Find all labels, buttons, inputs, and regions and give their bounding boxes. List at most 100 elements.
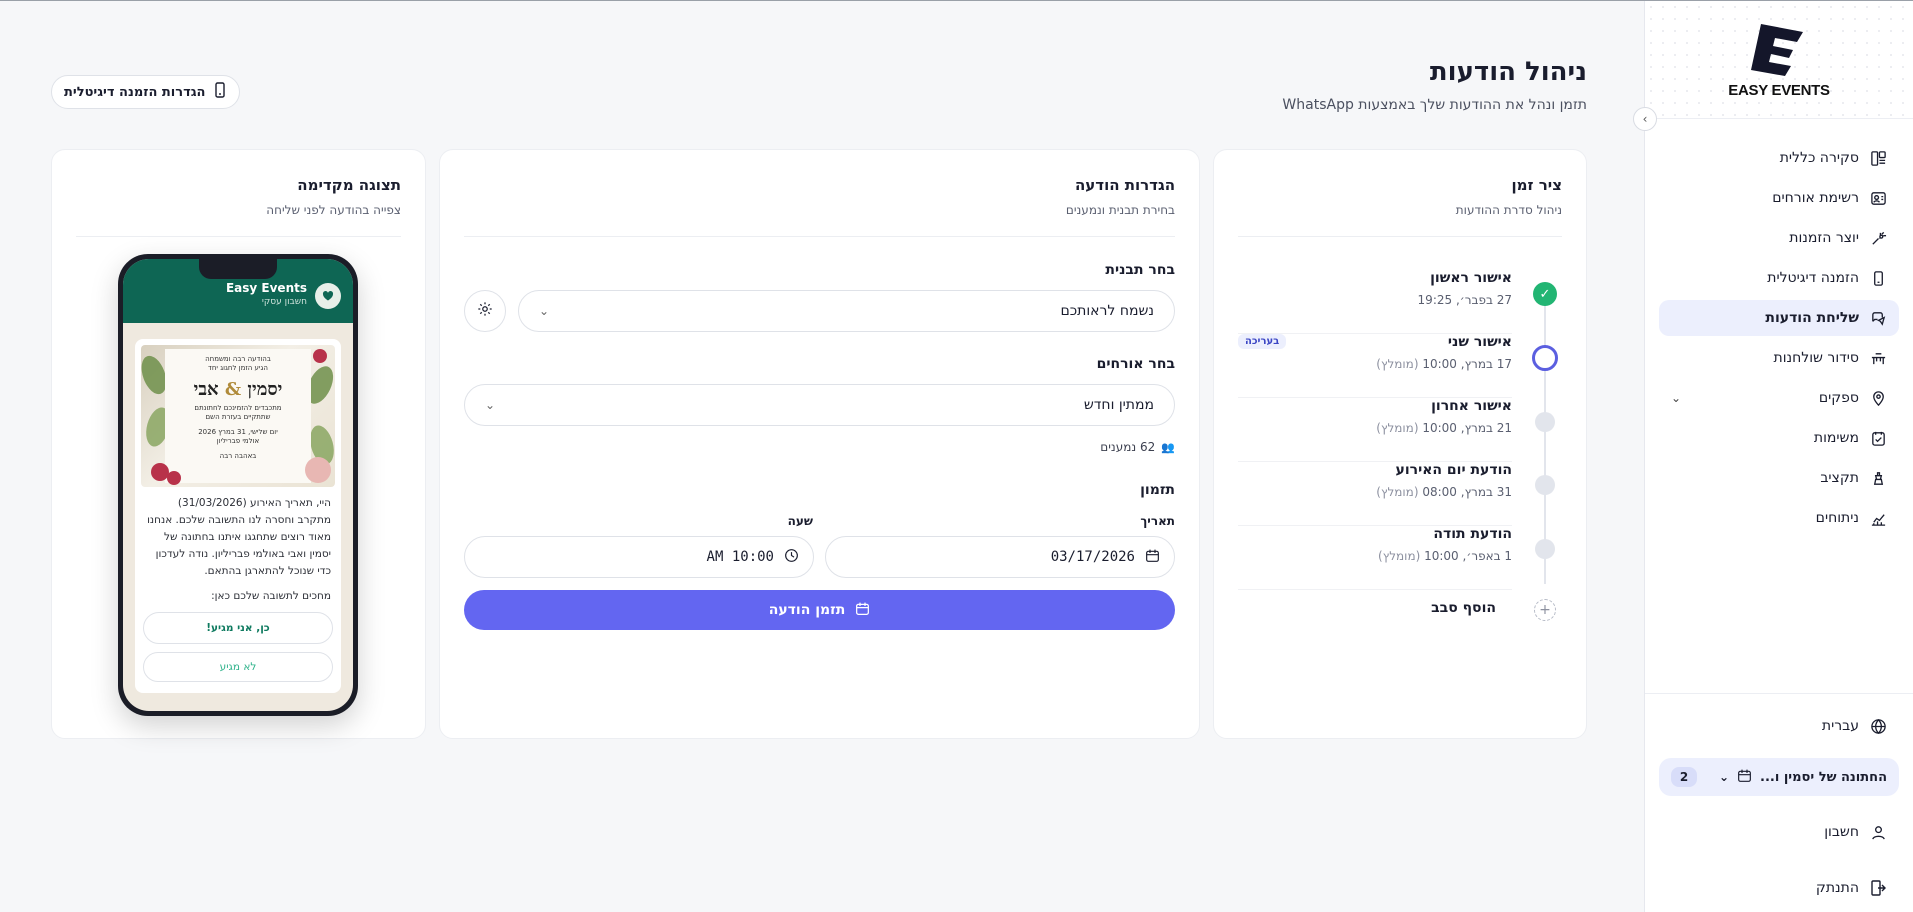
- invitation-line: הגיע הזמן לחגוג יחד: [208, 364, 268, 372]
- sidebar-item-label: רשימת אורחים: [1772, 190, 1859, 206]
- sidebar-item-vendors[interactable]: ספקים ⌄: [1659, 380, 1899, 416]
- account-link[interactable]: חשבון: [1659, 814, 1899, 850]
- timeline-item[interactable]: אישור אחרון 21 במרץ, 10:00 (מומלץ): [1238, 398, 1512, 462]
- timeline-card: ציר זמן ניהול סדרת ההודעות ✓ אישור ראשון…: [1213, 149, 1587, 739]
- time-input[interactable]: 10:00 AM: [464, 536, 814, 578]
- timeline-item-title: הודעת תודה: [1433, 526, 1512, 542]
- sidebar-item-label: שליחת הודעות: [1765, 310, 1859, 326]
- event-selector-label: החתונה של יסמין ו...: [1760, 769, 1887, 785]
- digital-settings-label: הגדרות הזמנה דיגיטלית: [64, 84, 206, 100]
- preview-title: תצוגה מקדימה: [297, 176, 401, 194]
- add-round-button[interactable]: +: [1534, 599, 1556, 621]
- budget-icon: [1869, 469, 1887, 487]
- preview-card: תצוגה מקדימה צפייה בהודעה לפני שליחה Eas…: [51, 149, 426, 739]
- rsvp-no-button[interactable]: לא מגיע: [143, 652, 333, 682]
- phone-notch: [199, 259, 277, 279]
- language-label: עברית: [1821, 718, 1859, 734]
- message-waiting-text: מחכים לתשובה שלכם כאן:: [211, 590, 331, 602]
- heart-icon: [315, 283, 341, 309]
- collapse-sidebar-button[interactable]: ›: [1633, 107, 1657, 131]
- divider: [76, 236, 401, 237]
- flower-decoration: [305, 457, 331, 483]
- schedule-label: תזמן הודעה: [768, 602, 846, 618]
- recipients-count: 👥 62 נמענים: [1100, 440, 1175, 454]
- timeline-status-pending-icon: [1535, 539, 1555, 559]
- language-selector[interactable]: עברית: [1659, 708, 1899, 744]
- chevron-down-icon: ⌄: [485, 398, 496, 412]
- settings-header: הגדרות הודעה בחירת תבנית ונמענים: [1066, 176, 1175, 217]
- calendar-icon: [1145, 548, 1160, 567]
- location-pin-icon: [1869, 389, 1887, 407]
- calendar-icon: [855, 601, 870, 620]
- sidebar-item-label: סידור שולחנות: [1773, 350, 1859, 366]
- sidebar-item-send-messages[interactable]: שליחת הודעות: [1659, 300, 1899, 336]
- sidebar-item-digital-invitation[interactable]: הזמנה דיגיטלית: [1659, 260, 1899, 296]
- logo-text: EASY EVENTS: [1728, 82, 1830, 99]
- invitation-line: בהודעה רבה ומשמחה: [205, 355, 271, 363]
- timeline-title: ציר זמן: [1511, 176, 1562, 194]
- template-select[interactable]: נשמח לראותכם ⌄: [518, 290, 1175, 332]
- pomegranate-decoration: [167, 471, 181, 485]
- sidebar-item-invitation-creator[interactable]: יוצר הזמנות: [1659, 220, 1899, 256]
- sidebar-item-label: יוצר הזמנות: [1789, 230, 1859, 246]
- timeline-item[interactable]: הודעת יום האירוע 31 במרץ, 08:00 (מומלץ): [1238, 462, 1512, 526]
- page-subtitle: תזמן ונהל את ההודעות שלך באמצעות WhatsAp…: [1282, 97, 1587, 113]
- template-label: בחר תבנית: [1105, 262, 1175, 278]
- schedule-message-button[interactable]: תזמן הודעה: [464, 590, 1175, 630]
- template-settings-button[interactable]: [464, 290, 506, 332]
- rsvp-yes-button[interactable]: כן, אני מגיע!: [143, 612, 333, 644]
- sidebar-item-budget[interactable]: תקציב: [1659, 460, 1899, 496]
- users-icon: 👥: [1161, 440, 1175, 454]
- sidebar-item-label: תקציב: [1820, 470, 1859, 486]
- timeline-status-current-icon: [1532, 345, 1558, 371]
- logout-icon: [1869, 879, 1887, 897]
- editing-badge: בעריכה: [1238, 334, 1287, 349]
- timeline-status-done-icon: ✓: [1533, 282, 1557, 306]
- timeline-item-date: 21 במרץ, 10:00 (מומלץ): [1376, 421, 1512, 435]
- whatsapp-business-label: חשבון עסקי: [261, 297, 307, 307]
- sidebar-nav: סקירה כללית רשימת אורחים יוצר הזמנות הזמ…: [1645, 119, 1913, 536]
- timeline-status-pending-icon: [1535, 475, 1555, 495]
- phone-screen: Easy Events חשבון עסקי בהודעה רבה ומשמחה…: [123, 259, 353, 711]
- timeline-item[interactable]: אישור ראשון 27 בפבר׳, 19:25: [1238, 270, 1512, 334]
- invitation-text-area: בהודעה רבה ומשמחה הגיע הזמן לחגוג יחד יס…: [165, 349, 311, 483]
- sidebar-item-seating[interactable]: סידור שולחנות: [1659, 340, 1899, 376]
- preview-header: תצוגה מקדימה צפייה בהודעה לפני שליחה: [266, 176, 401, 217]
- invitation-line: שתתקיים בעזרת השם: [205, 413, 271, 421]
- gear-icon: [477, 301, 493, 321]
- clock-icon: [784, 548, 799, 567]
- add-round-label[interactable]: הוסף סבב: [1431, 600, 1496, 616]
- digital-invitation-settings-button[interactable]: הגדרות הזמנה דיגיטלית: [51, 75, 241, 109]
- chevron-down-icon: ⌄: [1718, 770, 1730, 784]
- sidebar-item-label: הזמנה דיגיטלית: [1767, 270, 1859, 286]
- sidebar-item-overview[interactable]: סקירה כללית: [1659, 140, 1899, 176]
- guests-label: בחר אורחים: [1096, 356, 1175, 372]
- chevron-right-icon: ›: [1642, 112, 1648, 126]
- timeline-item[interactable]: אישור שני 17 במרץ, 10:00 (מומלץ) בעריכה: [1238, 334, 1512, 398]
- guests-select[interactable]: ממתין וחדש ⌄: [464, 384, 1175, 426]
- sidebar-item-analytics[interactable]: ניתוחים: [1659, 500, 1899, 536]
- timeline-item-title: אישור ראשון: [1430, 270, 1512, 286]
- sidebar-item-tasks[interactable]: משימות: [1659, 420, 1899, 456]
- settings-title: הגדרות הודעה: [1074, 176, 1175, 194]
- phone-icon: [1869, 269, 1887, 287]
- invitation-line: יום שלישי, 31 במרץ 2026: [198, 428, 278, 436]
- timeline-item[interactable]: הודעת תודה 1 באפר׳, 10:00 (מומלץ): [1238, 526, 1512, 590]
- chevron-down-icon[interactable]: ⌄: [1671, 391, 1681, 405]
- tables-icon: [1869, 349, 1887, 367]
- date-input[interactable]: 03/17/2026: [825, 536, 1175, 578]
- pomegranate-decoration: [313, 349, 327, 363]
- page-title: ניהול הודעות: [1429, 57, 1587, 87]
- sidebar: EASY EVENTS › סקירה כללית רשימת אורחים י…: [1633, 1, 1913, 912]
- invitation-couple-names: יסמין & אבי: [193, 379, 283, 400]
- timeline-header: ציר זמן ניהול סדרת ההודעות: [1456, 176, 1562, 217]
- logout-link[interactable]: התנתק: [1659, 870, 1899, 906]
- timeline-item-date: 31 במרץ, 08:00 (מומלץ): [1376, 485, 1512, 499]
- easy-events-logo: [1751, 24, 1803, 76]
- logout-label: התנתק: [1815, 880, 1859, 896]
- timeline-item-date: 1 באפר׳, 10:00 (מומלץ): [1378, 549, 1512, 563]
- sidebar-item-guests[interactable]: רשימת אורחים: [1659, 180, 1899, 216]
- messages-icon: [1869, 309, 1887, 327]
- event-selector[interactable]: החתונה של יסמין ו... ⌄ 2: [1659, 758, 1899, 796]
- time-label: שעה: [787, 514, 813, 528]
